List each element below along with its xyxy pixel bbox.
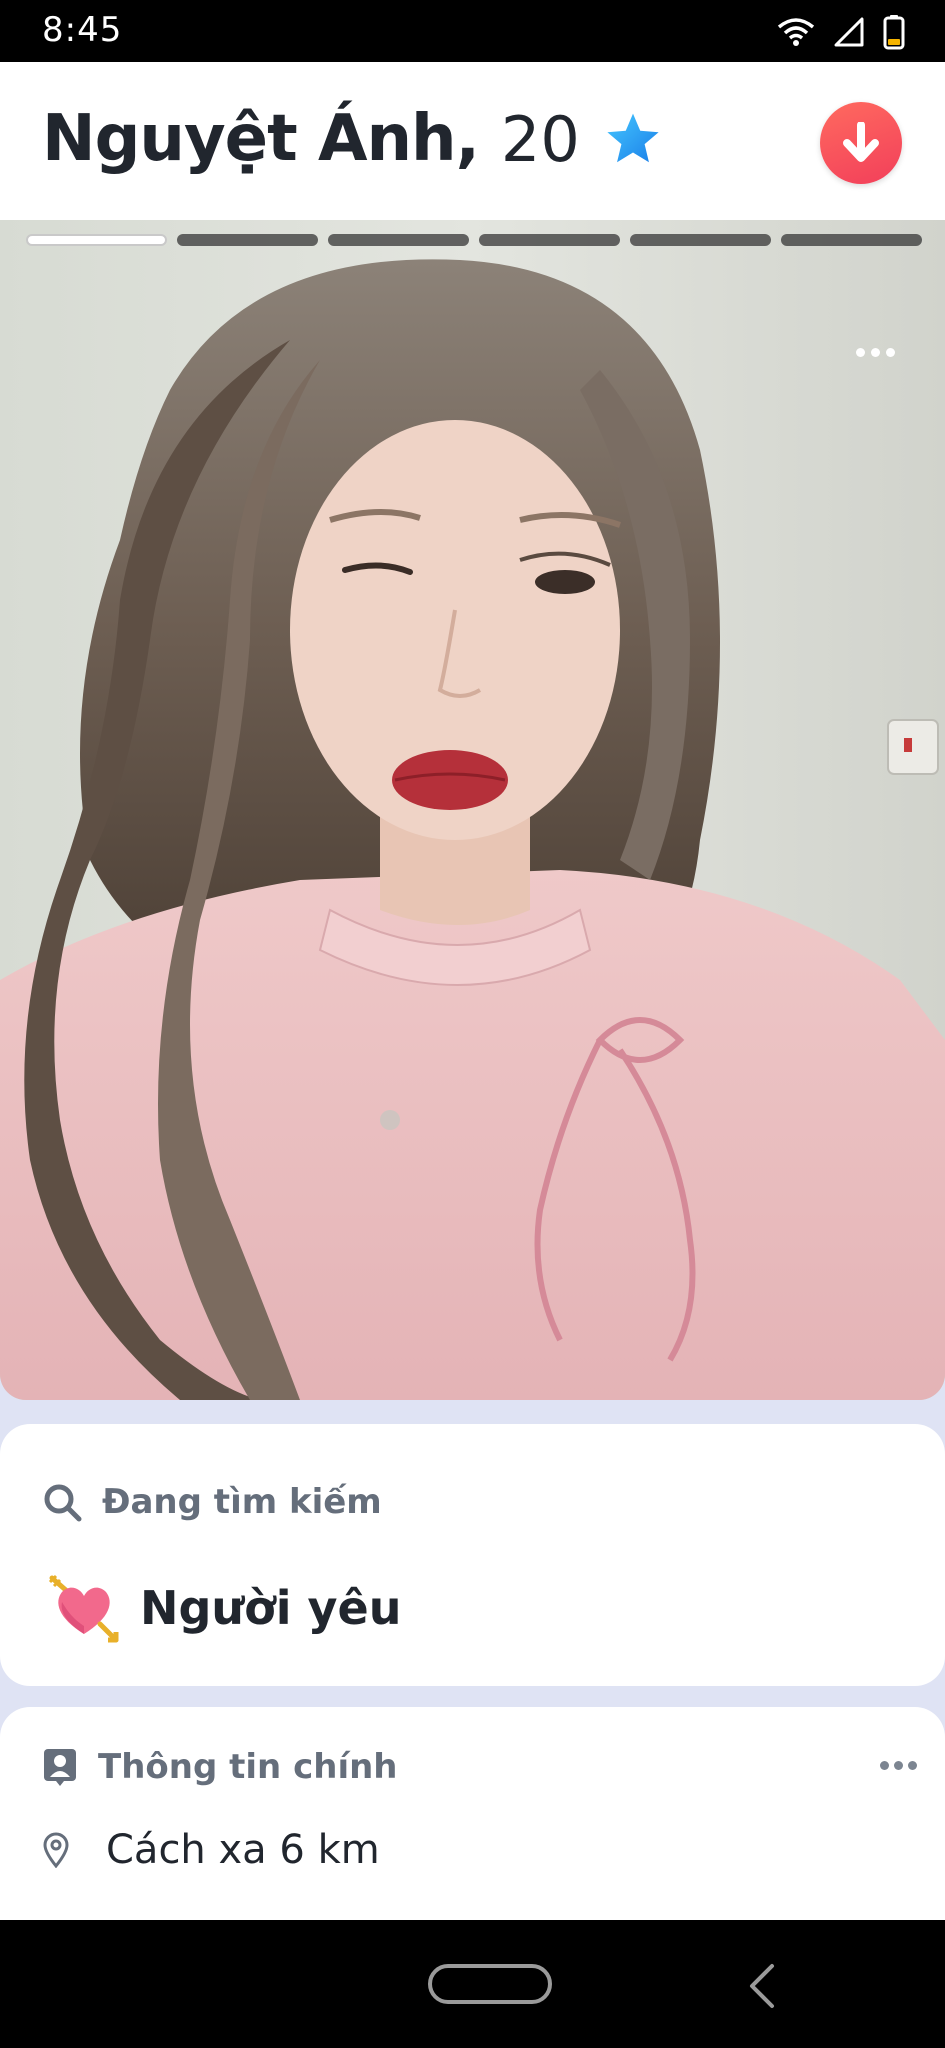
arrow-down-icon	[843, 122, 879, 162]
profile-page: Nguyệt Ánh, 20 Đang tìm kiếm Người yêu T…	[0, 62, 945, 1920]
photo-indicators	[26, 234, 922, 246]
collapse-profile-button[interactable]	[820, 102, 902, 184]
signal-icon	[834, 17, 864, 47]
basic-info-header: Thông tin chính	[42, 1747, 398, 1787]
star-icon	[607, 113, 659, 163]
photo-indicator[interactable]	[177, 234, 318, 246]
looking-for-card: Đang tìm kiếm Người yêu	[0, 1424, 945, 1686]
status-icons	[777, 14, 905, 50]
heart-with-arrow-icon	[48, 1574, 119, 1643]
photo-indicator[interactable]	[781, 234, 922, 246]
distance-text: Cách xa 6 km	[106, 1827, 380, 1873]
looking-for-text: Người yêu	[140, 1581, 402, 1635]
battery-icon	[883, 15, 905, 50]
wifi-icon	[777, 18, 815, 46]
photo-indicator[interactable]	[26, 234, 167, 246]
location-pin-icon	[43, 1832, 69, 1868]
profile-card-icon	[44, 1749, 76, 1786]
photo-indicator[interactable]	[328, 234, 469, 246]
name-age-line: Nguyệt Ánh, 20	[42, 102, 662, 176]
profile-name: Nguyệt Ánh,	[42, 102, 480, 176]
navigation-bar	[0, 1920, 945, 2048]
looking-for-label: Đang tìm kiếm	[102, 1482, 382, 1522]
status-time: 8:45	[42, 10, 123, 50]
profile-header: Nguyệt Ánh, 20	[0, 62, 945, 220]
basic-info-card: Thông tin chính Cách xa 6 km	[0, 1707, 945, 1920]
photo-illustration	[0, 220, 945, 1400]
profile-age: 20	[500, 102, 580, 176]
basic-info-label: Thông tin chính	[98, 1747, 398, 1787]
looking-for-header: Đang tìm kiếm	[42, 1482, 382, 1522]
profile-photo[interactable]	[0, 220, 945, 1400]
more-horizontal-icon[interactable]	[880, 1761, 917, 1770]
search-icon	[44, 1484, 82, 1522]
status-bar: 8:45	[0, 0, 945, 62]
photo-indicator[interactable]	[630, 234, 771, 246]
back-chevron-icon[interactable]	[742, 1962, 782, 2010]
photo-indicator[interactable]	[479, 234, 620, 246]
looking-for-value: Người yêu	[48, 1572, 402, 1644]
home-pill-icon[interactable]	[428, 1964, 552, 2004]
distance-row: Cách xa 6 km	[42, 1827, 380, 1873]
more-horizontal-icon[interactable]	[856, 348, 895, 357]
